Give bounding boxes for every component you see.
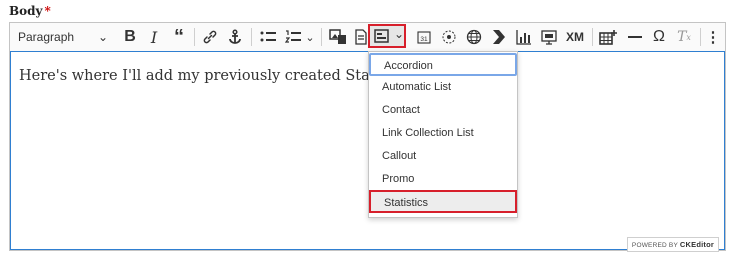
remove-format-button[interactable]: Tx [673,26,695,48]
document-icon [355,29,367,45]
omega-icon: Ω [653,28,665,45]
link-button[interactable] [199,26,221,48]
globe-button[interactable] [463,26,485,48]
video-button[interactable] [538,26,560,48]
toolbar-separator [592,28,593,46]
grid-dots-icon [442,30,456,44]
dropdown-item-statistics[interactable]: Statistics [369,190,517,213]
chart-button[interactable] [513,26,535,48]
field-label: Body * [9,4,51,18]
anchor-icon [229,29,241,44]
dropdown-item-label: Contact [382,104,420,116]
remove-format-icon: T [677,29,687,45]
globe-icon [466,29,482,45]
toolbar-separator [321,28,322,46]
calendar-icon-day-label: 31 [420,36,428,43]
horizontal-line-icon [628,36,642,38]
powered-by-badge[interactable]: POWERED BY CKEditor [626,237,719,252]
chevron-down-icon: ⌄ [305,31,315,44]
link-icon [203,30,217,44]
editor-toolbar: Paragraph ⌄ B I “ ⌄ ⌄ 31 XM Ω T x ⋮ [10,23,725,52]
toolbar-separator [194,28,195,46]
table-plus-icon [599,30,617,45]
editor-paragraph: Here's where I'll add my previously crea… [19,68,419,84]
insert-table-button[interactable] [597,26,619,48]
italic-icon: I [150,27,158,47]
dropdown-item-promo[interactable]: Promo [369,168,517,191]
insert-component-button[interactable]: ⌄ [368,24,406,48]
ckeditor-logo: CKEditor [679,240,714,249]
special-characters-button[interactable]: Ω [648,26,670,48]
chevron-down-icon: ⌄ [394,27,405,41]
spreadsheet-button[interactable] [438,26,460,48]
dropdown-item-label: Callout [382,150,417,162]
dropdown-item-label: Link Collection List [382,127,474,139]
chevron-right-icon [493,30,505,44]
field-label-text: Body [9,4,43,18]
component-icon [374,29,389,43]
anchor-button[interactable] [224,26,246,48]
heading-dropdown-value: Paragraph [18,30,75,44]
horizontal-line-button[interactable] [624,26,646,48]
numbered-list-dropdown[interactable]: ⌄ [304,26,316,48]
xml-button[interactable]: XM [563,26,587,48]
monitor-icon [541,30,557,45]
italic-button[interactable]: I [144,26,164,48]
required-indicator: * [44,4,51,18]
vertical-dots-icon: ⋮ [705,29,721,46]
dropdown-item-label: Accordion [384,60,433,72]
chart-icon [516,30,531,45]
dropdown-item-label: Automatic List [382,81,452,93]
dropdown-item-callout[interactable]: Callout [369,145,517,168]
bold-button[interactable]: B [120,26,140,48]
more-options-button[interactable]: ⋮ [704,26,722,48]
blockquote-icon: “ [174,25,184,48]
bold-icon: B [124,28,136,45]
media-icon [329,29,346,44]
numbered-list-icon [285,30,301,43]
blockquote-button[interactable]: “ [168,26,190,48]
dropdown-item-accordion[interactable]: Accordion [369,53,517,76]
bulleted-list-button[interactable] [257,26,279,48]
numbered-list-button[interactable] [282,26,304,48]
dropdown-item-link-collection-list[interactable]: Link Collection List [369,122,517,145]
date-button[interactable]: 31 [414,26,434,48]
embed-button[interactable] [488,26,510,48]
component-dropdown-menu: Accordion Automatic List Contact Link Co… [368,51,518,218]
powered-by-prefix: POWERED BY [631,242,678,249]
chevron-down-icon: ⌄ [97,30,108,44]
bulleted-list-icon [260,31,276,42]
xml-icon: XM [566,30,584,44]
dropdown-item-label: Statistics [384,197,429,209]
dropdown-item-contact[interactable]: Contact [369,99,517,122]
toolbar-separator [700,28,701,46]
dropdown-item-automatic-list[interactable]: Automatic List [369,76,517,99]
toolbar-separator [251,28,252,46]
dropdown-item-label: Promo [382,173,415,185]
insert-media-button[interactable] [327,26,349,48]
calendar-icon: 31 [417,31,431,44]
heading-dropdown[interactable]: Paragraph ⌄ [14,26,112,48]
